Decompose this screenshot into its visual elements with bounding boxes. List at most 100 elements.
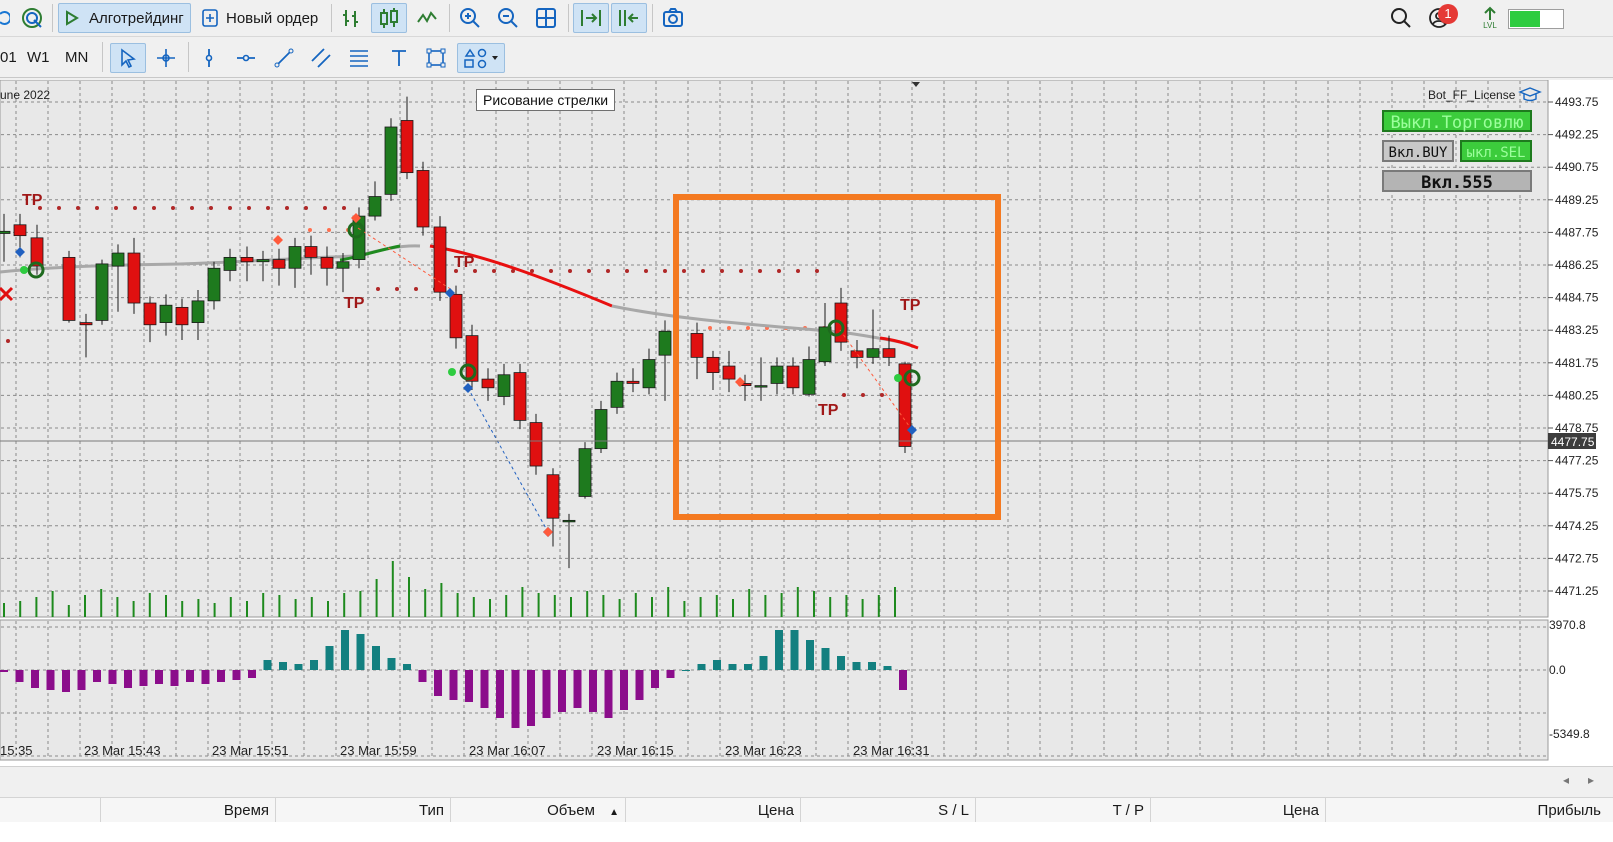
col-profit[interactable]: Прибыль	[1326, 798, 1607, 823]
candle-body	[272, 259, 286, 269]
crosshair-icon[interactable]	[150, 43, 182, 73]
fibonacci-icon[interactable]	[344, 43, 374, 73]
candle-body	[143, 302, 157, 326]
col-time[interactable]: Время	[101, 798, 276, 823]
col-tp[interactable]: T / P	[976, 798, 1151, 823]
timeframe-d1[interactable]: 01	[0, 44, 17, 72]
scroll-right-icon[interactable]: ▸	[1588, 773, 1594, 787]
oscillator-bar	[387, 658, 396, 670]
oscillator-bar	[108, 670, 117, 684]
col-blank[interactable]	[0, 798, 101, 823]
candle-body	[690, 333, 704, 358]
timeframe-w1[interactable]: W1	[27, 44, 50, 72]
oscillator-bar	[759, 656, 768, 670]
level-dot	[247, 206, 251, 210]
candle-body	[706, 356, 720, 373]
candle-body	[159, 304, 173, 323]
sell-off-button[interactable]: ыкл.SEL	[1460, 140, 1532, 162]
trade-off-button[interactable]: Выкл.Торговлю	[1382, 110, 1532, 133]
col-sl[interactable]: S / L	[801, 798, 976, 823]
trendline-icon[interactable]	[269, 43, 299, 73]
candle-body	[240, 256, 254, 263]
signals-icon[interactable]	[18, 3, 46, 33]
horizontal-line-icon[interactable]	[231, 43, 261, 73]
text-tool-icon[interactable]	[384, 43, 414, 73]
arrows-tool-icon[interactable]	[457, 43, 505, 73]
search-icon[interactable]	[1386, 3, 1416, 33]
new-order-button[interactable]: Новый ордер	[196, 3, 326, 33]
level-dot	[342, 206, 346, 210]
col-price[interactable]: Цена	[626, 798, 801, 823]
col-type[interactable]: Тип	[276, 798, 451, 823]
oscillator-bar	[93, 670, 101, 682]
col-price-2[interactable]: Цена	[1151, 798, 1326, 823]
col-volume[interactable]: Объем ▲	[451, 798, 626, 823]
channel-icon[interactable]	[306, 43, 336, 73]
level-dot	[133, 206, 137, 210]
vertical-line-icon[interactable]	[194, 43, 224, 73]
oscillator-bar	[46, 670, 55, 690]
oscillator-bar	[620, 670, 628, 710]
time-tick: 23 Mar 15:43	[84, 743, 161, 758]
oscillator-bar	[558, 670, 566, 712]
candle-body	[400, 120, 414, 174]
entry-dot	[20, 266, 28, 274]
price-chart[interactable]: TP TP TP TP TP 4493.75 4492.25 4490.75 4489.25 4…	[0, 80, 1613, 766]
line-chart-icon[interactable]	[412, 3, 442, 33]
scroll-left-icon[interactable]: ◂	[1563, 773, 1569, 787]
signal-level-icon: LVL	[1476, 3, 1504, 33]
price-tick: 4487.75	[1555, 225, 1599, 239]
oscillator-bar	[744, 664, 752, 670]
level-dot	[6, 339, 10, 343]
cursor-icon[interactable]	[110, 43, 146, 73]
oscillator-bar	[697, 664, 706, 670]
trade-table-body	[0, 822, 1613, 842]
candlestick-chart-icon[interactable]	[371, 3, 407, 33]
partial-icon[interactable]	[0, 3, 10, 33]
oscillator-bar	[77, 670, 86, 690]
time-tick: 23 Mar 16:23	[725, 743, 802, 758]
oscillator-area[interactable]	[0, 619, 1549, 761]
price-tick: 4481.75	[1555, 356, 1599, 370]
entry-dot	[894, 374, 902, 382]
price-tick: 4492.25	[1555, 128, 1599, 142]
oscillator-bar	[713, 660, 721, 670]
autoscroll-icon[interactable]	[573, 3, 609, 33]
candle-body	[658, 330, 672, 356]
shapes-icon[interactable]	[421, 43, 451, 73]
level-dot	[568, 269, 572, 273]
algo-trading-button[interactable]: Алготрейдинг	[58, 3, 191, 33]
zoom-in-icon[interactable]	[455, 3, 485, 33]
level-dot	[758, 269, 762, 273]
level-dot	[815, 269, 819, 273]
level-dot	[530, 269, 534, 273]
chart-shift-icon[interactable]	[611, 3, 647, 33]
price-tick: 4472.75	[1555, 551, 1599, 565]
level-dot	[76, 206, 80, 210]
grid-icon[interactable]	[531, 3, 561, 33]
oscillator-bar	[341, 630, 349, 670]
candle-body	[336, 261, 350, 269]
oscillator-bar	[635, 670, 644, 700]
price-tick: 4484.75	[1555, 291, 1599, 305]
oscillator-bar	[310, 660, 318, 670]
level-dot	[95, 206, 99, 210]
level-dot	[682, 269, 686, 273]
oscillator-bar	[573, 670, 582, 708]
oscillator-bar	[248, 670, 256, 678]
price-tick: 4477.25	[1555, 454, 1599, 468]
candle-body	[594, 409, 608, 450]
buy-on-button[interactable]: Вкл.BUY	[1382, 140, 1454, 162]
screenshot-icon[interactable]	[658, 3, 688, 33]
price-tick: 4490.75	[1555, 160, 1599, 174]
oscillator-bar	[139, 670, 148, 686]
level-dot	[492, 269, 496, 273]
zoom-out-icon[interactable]	[493, 3, 523, 33]
oscillator-bar	[868, 662, 876, 670]
bar-chart-icon[interactable]	[336, 3, 366, 33]
col-volume-label: Объем	[547, 802, 595, 819]
scroll-strip: ◂ ▸	[0, 766, 1613, 797]
timeframe-mn[interactable]: MN	[65, 44, 88, 72]
main-chart-area[interactable]	[0, 80, 1549, 618]
magic-number-button[interactable]: Вкл.555	[1382, 170, 1532, 193]
